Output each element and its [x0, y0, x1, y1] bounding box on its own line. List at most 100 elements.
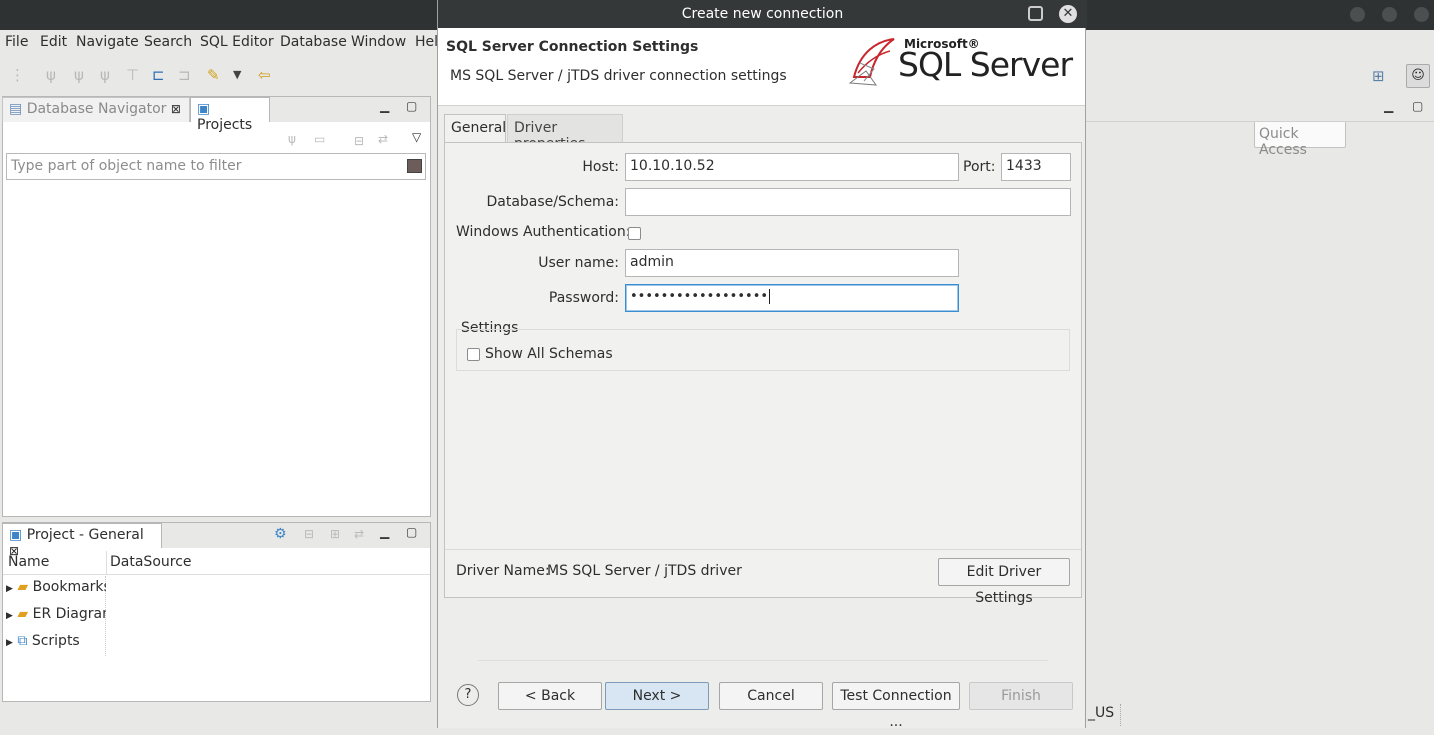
back-button[interactable]: < Back	[498, 682, 602, 710]
invalidate-icon[interactable]: ψ	[74, 66, 84, 84]
menu-file[interactable]: File	[5, 34, 28, 50]
menu-help[interactable]: Help	[415, 34, 437, 50]
divider	[445, 549, 1081, 550]
chevron-down-icon[interactable]: ▼	[233, 68, 241, 81]
menu-database[interactable]: Database	[280, 34, 347, 50]
connect-icon[interactable]: ⋮	[10, 66, 25, 84]
expand-arrow-icon[interactable]: ▶	[6, 584, 13, 594]
driver-name-value: MS SQL Server / jTDS driver	[547, 563, 742, 579]
tab-project-general-label: Project - General	[26, 527, 144, 543]
menu-sql-editor[interactable]: SQL Editor	[200, 34, 274, 50]
help-icon[interactable]: ?	[457, 684, 479, 706]
header-title: SQL Server Connection Settings	[446, 39, 699, 55]
tab-driver-properties[interactable]: Driver properties	[507, 114, 623, 152]
host-input[interactable]: 10.10.10.52	[625, 153, 959, 181]
reconnect-icon[interactable]: ψ	[100, 66, 110, 84]
port-input[interactable]: 1433	[1001, 153, 1071, 181]
maximize-icon[interactable]	[1028, 6, 1043, 21]
windows-auth-checkbox[interactable]	[628, 227, 641, 240]
database-icon: ▤	[9, 101, 23, 117]
navigator-filter-input[interactable]: Type part of object name to filter	[6, 153, 426, 180]
menu-search[interactable]: Search	[144, 34, 192, 50]
expand-arrow-icon[interactable]: ▶	[6, 611, 13, 621]
username-label: User name:	[538, 255, 619, 271]
scripts-folder-icon: ⧉	[17, 633, 28, 649]
edit-driver-settings-button[interactable]: Edit Driver Settings	[938, 558, 1070, 606]
view-menu-icon[interactable]: ▽	[412, 130, 421, 144]
sql-server-logo: Microsoft® SQL Server	[846, 31, 1084, 91]
tab-project-general[interactable]: ▣ Project - General ⊠	[2, 523, 162, 558]
username-input[interactable]: admin	[625, 249, 959, 277]
gear-icon[interactable]: ⚙	[274, 526, 287, 542]
close-icon[interactable]: ⊠	[171, 102, 181, 116]
status-divider	[1120, 704, 1121, 726]
password-input[interactable]: ••••••••••••••••••	[625, 284, 959, 312]
minimize-icon[interactable]	[1350, 7, 1365, 22]
minimize-view-icon[interactable]: ▁	[380, 99, 389, 113]
database-schema-label: Database/Schema:	[486, 194, 619, 210]
password-value: ••••••••••••••••••	[630, 289, 769, 304]
new-connection-icon[interactable]: ✎	[207, 66, 220, 84]
connect-small-icon[interactable]: ψ	[288, 132, 296, 146]
menu-navigate[interactable]: Navigate	[76, 34, 139, 50]
maximize-view-icon[interactable]: ▢	[406, 525, 417, 539]
tab-general[interactable]: General	[444, 114, 506, 143]
password-label: Password:	[548, 290, 619, 306]
disconnect-icon[interactable]: ψ	[46, 66, 56, 84]
collapse-all-icon[interactable]: ⊟	[354, 134, 364, 148]
tree-row-bookmarks[interactable]: ▶ ▰ Bookmarks	[6, 579, 106, 601]
show-all-schemas-label: Show All Schemas	[485, 346, 613, 362]
test-connection-button[interactable]: Test Connection ...	[832, 682, 960, 730]
logo-sql-server-text: SQL Server	[898, 45, 1073, 84]
tree-row-label: Scripts	[31, 633, 80, 649]
folder-icon[interactable]: ▭	[314, 132, 325, 146]
rollback-icon[interactable]: ⊐	[178, 66, 191, 84]
maximize-view-icon[interactable]: ▢	[406, 99, 417, 113]
link-editor-icon[interactable]: ⇄	[378, 132, 388, 146]
filter-clear-icon[interactable]	[407, 159, 422, 173]
link-icon[interactable]: ⇄	[354, 527, 364, 541]
column-header-datasource[interactable]: DataSource	[110, 554, 192, 570]
menu-window[interactable]: Window	[351, 34, 406, 50]
project-tabstrip: ▣ Project - General ⊠ ⚙ ⊟ ⊞ ⇄ ▁ ▢	[2, 523, 430, 558]
navigator-tabstrip: ▤ Database Navigator ⊠ ▣ Projects ▁ ▢	[2, 97, 430, 133]
dialog-header: SQL Server Connection Settings MS SQL Se…	[438, 28, 1085, 106]
tab-database-navigator[interactable]: ▤ Database Navigator ⊠	[2, 97, 190, 122]
close-icon[interactable]: ✕	[1059, 5, 1077, 23]
editor-area-header: ▁ ▢	[1086, 96, 1434, 122]
open-perspective-icon[interactable]: ⊞	[1372, 67, 1385, 85]
minimize-view-icon[interactable]: ▁	[380, 525, 389, 539]
maximize-icon[interactable]	[1382, 7, 1397, 22]
windows-auth-label: Windows Authentication:	[456, 224, 631, 240]
tree-row-label: ER Diagrams	[32, 606, 106, 622]
tab-projects[interactable]: ▣ Projects	[190, 97, 270, 133]
maximize-view-icon[interactable]: ▢	[1412, 99, 1423, 113]
menu-edit[interactable]: Edit	[40, 34, 67, 50]
next-button[interactable]: Next >	[605, 682, 709, 710]
settings-group: Show All Schemas	[456, 329, 1070, 371]
perspective-icon[interactable]: ☺	[1406, 64, 1430, 88]
cancel-button[interactable]: Cancel	[719, 682, 823, 710]
tree-row-scripts[interactable]: ▶ ⧉ Scripts	[6, 633, 106, 655]
quick-access-input[interactable]: Quick Access	[1254, 120, 1346, 158]
expand-arrow-icon[interactable]: ▶	[6, 638, 13, 648]
column-header-name[interactable]: Name	[8, 554, 49, 570]
driver-name-label: Driver Name:	[456, 563, 550, 579]
button-bar-divider	[478, 660, 1048, 661]
bookmarks-folder-icon: ▰	[17, 579, 29, 595]
commit-mode-icon[interactable]: ⊏	[152, 66, 165, 84]
port-label: Port:	[963, 159, 996, 175]
back-nav-icon[interactable]: ⇦	[258, 66, 271, 84]
show-all-schemas-checkbox[interactable]	[467, 348, 480, 361]
create-connection-dialog: Create new connection ✕ SQL Server Conne…	[437, 0, 1087, 730]
tree-row-label: Bookmarks	[32, 579, 106, 595]
close-icon[interactable]	[1414, 7, 1429, 22]
expand-icon[interactable]: ⊞	[330, 527, 340, 541]
database-schema-input[interactable]	[625, 188, 1071, 216]
transaction-icon[interactable]: ⊤	[126, 66, 139, 84]
column-divider	[106, 551, 107, 575]
minimize-view-icon[interactable]: ▁	[1384, 99, 1393, 113]
finish-button[interactable]: Finish	[969, 682, 1073, 710]
collapse-icon[interactable]: ⊟	[304, 527, 314, 541]
tree-row-er-diagrams[interactable]: ▶ ▰ ER Diagrams	[6, 606, 106, 628]
